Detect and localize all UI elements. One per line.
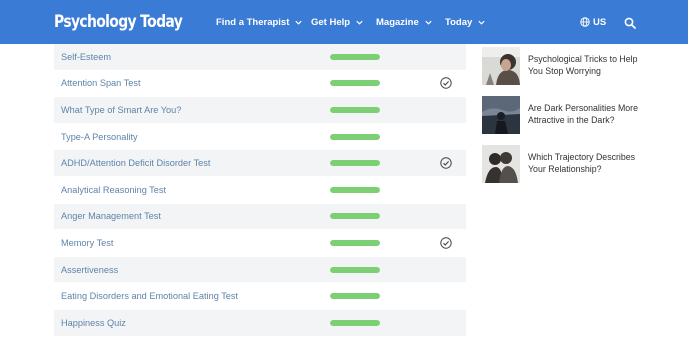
test-link[interactable]: Happiness Quiz: [61, 318, 126, 328]
progress-bar-fill: [330, 133, 380, 140]
nav-get-help[interactable]: Get Help: [311, 0, 364, 44]
test-row[interactable]: Attention Span Test: [54, 71, 466, 98]
article-card[interactable]: Which Trajectory Describes Your Relation…: [482, 145, 652, 193]
test-row[interactable]: Self-Esteem: [54, 44, 466, 71]
progress-bar-fill: [330, 53, 380, 60]
nav-label: Find a Therapist: [216, 16, 290, 28]
progress-bar: [330, 293, 380, 300]
test-link[interactable]: Anger Management Test: [61, 211, 161, 221]
test-row[interactable]: Type-A Personality: [54, 124, 466, 151]
chevron-down-icon: [425, 20, 432, 25]
progress-bar-fill: [330, 106, 380, 113]
progress-bar: [330, 133, 380, 140]
article-thumbnail: [482, 96, 520, 134]
article-title: Are Dark Personalities More Attractive i…: [528, 103, 638, 125]
test-row[interactable]: Anger Management Test: [54, 203, 466, 231]
completed-check-icon: [440, 157, 452, 169]
test-list: Self-Esteem Attention Span Test What Type …: [54, 44, 466, 337]
test-row[interactable]: Happiness Quiz: [54, 309, 466, 337]
progress-bar: [330, 160, 380, 167]
test-link[interactable]: Eating Disorders and Emotional Eating Te…: [61, 291, 238, 301]
progress-bar: [330, 319, 380, 326]
test-link[interactable]: Type-A Personality: [61, 132, 138, 142]
chevron-down-icon: [295, 20, 302, 25]
progress-bar-fill: [330, 186, 380, 193]
completed-check-icon: [440, 237, 452, 249]
progress-bar-fill: [330, 213, 380, 220]
progress-bar-fill: [330, 266, 380, 273]
progress-bar-fill: [330, 160, 380, 167]
chevron-down-icon: [478, 20, 485, 25]
progress-bar: [330, 106, 380, 113]
chevron-down-icon: [356, 20, 363, 25]
search-icon[interactable]: [624, 17, 636, 29]
progress-bar: [330, 186, 380, 193]
test-row[interactable]: Assertiveness: [54, 256, 466, 284]
article-title: Which Trajectory Describes Your Relation…: [528, 152, 636, 174]
article-card[interactable]: Psychological Tricks to Help You Stop Wo…: [482, 47, 652, 96]
test-link[interactable]: What Type of Smart Are You?: [61, 105, 181, 115]
test-row[interactable]: Memory Test: [54, 230, 466, 257]
test-row[interactable]: What Type of Smart Are You?: [54, 97, 466, 124]
nav-magazine[interactable]: Magazine: [376, 0, 433, 44]
progress-bar: [330, 213, 380, 220]
progress-bar-fill: [330, 319, 380, 326]
article-card[interactable]: Are Dark Personalities More Attractive i…: [482, 96, 652, 145]
progress-bar: [330, 53, 380, 60]
test-link[interactable]: Assertiveness: [61, 265, 118, 275]
test-row[interactable]: Analytical Reasoning Test: [54, 177, 466, 204]
article-thumbnail: [482, 145, 520, 183]
globe-icon: [580, 17, 590, 27]
test-link[interactable]: ADHD/Attention Deficit Disorder Test: [61, 158, 210, 168]
nav-find-a-therapist[interactable]: Find a Therapist: [216, 0, 303, 44]
completed-check-icon: [440, 77, 452, 90]
progress-bar-fill: [330, 293, 380, 300]
nav-label: Today: [445, 16, 473, 28]
site-logo[interactable]: Psychology Today: [54, 12, 183, 32]
region-selector[interactable]: US: [580, 0, 606, 44]
progress-bar-fill: [330, 80, 380, 87]
top-navigation-bar: Psychology Today Find a Therapist Get He…: [0, 0, 688, 44]
test-link[interactable]: Analytical Reasoning Test: [61, 185, 166, 195]
test-row[interactable]: Eating Disorders and Emotional Eating Te…: [54, 283, 466, 310]
region-label: US: [593, 16, 607, 28]
nav-today[interactable]: Today: [445, 0, 486, 44]
nav-label: Get Help: [311, 16, 351, 28]
progress-bar-fill: [330, 239, 380, 246]
test-link[interactable]: Attention Span Test: [61, 78, 141, 88]
article-thumbnail: [482, 47, 520, 85]
progress-bar: [330, 239, 380, 246]
article-title: Psychological Tricks to Help You Stop Wo…: [528, 54, 638, 76]
test-link[interactable]: Memory Test: [61, 238, 113, 248]
related-articles: Psychological Tricks to Help You Stop Wo…: [482, 47, 652, 193]
progress-bar: [330, 80, 380, 87]
test-link[interactable]: Self-Esteem: [61, 52, 111, 62]
test-row[interactable]: ADHD/Attention Deficit Disorder Test: [54, 150, 466, 177]
nav-label: Magazine: [376, 16, 419, 28]
progress-bar: [330, 266, 380, 273]
